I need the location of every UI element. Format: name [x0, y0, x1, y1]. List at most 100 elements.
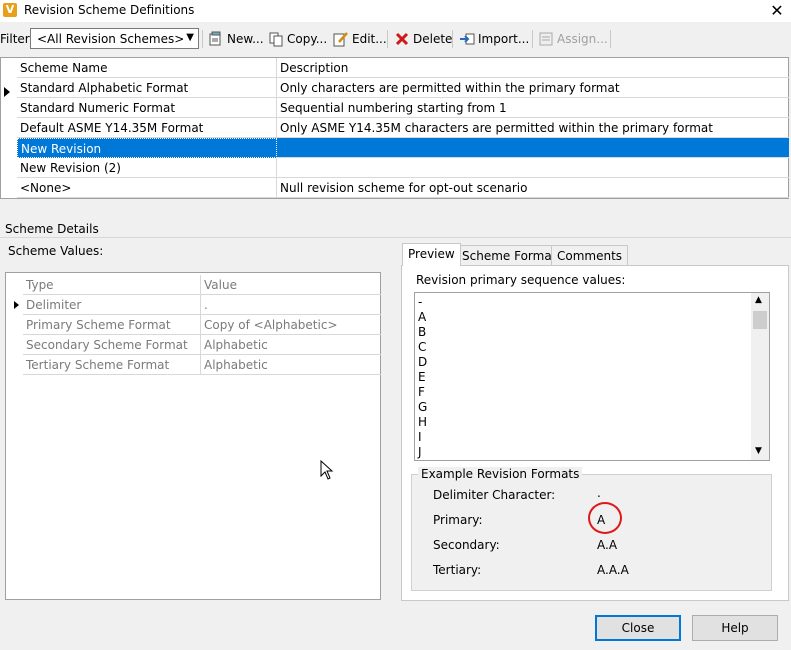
tab-comments[interactable]: Comments	[551, 245, 629, 266]
scheme-values-label: Scheme Values:	[8, 244, 104, 258]
scheme-description-cell: Only characters are permitted within the…	[280, 81, 620, 95]
filter-value: <All Revision Schemes>	[37, 32, 185, 46]
scheme-table[interactable]: Scheme Name Description Standard Alphabe…	[0, 57, 789, 199]
column-header-value[interactable]: Value	[201, 275, 381, 295]
secondary-value: A.A	[597, 538, 618, 552]
row-selector-arrow-icon	[4, 87, 10, 97]
scheme-description-cell: Sequential numbering starting from 1	[280, 101, 507, 115]
scheme-name-cell: Standard Numeric Format	[17, 98, 277, 118]
divider	[0, 237, 791, 238]
scheme-name-cell: New Revision (2)	[17, 158, 277, 178]
scheme-details-label: Scheme Details	[5, 222, 99, 236]
toolbar-separator	[532, 30, 533, 48]
close-window-icon[interactable]: ✕	[764, 0, 790, 22]
list-item: D	[418, 355, 428, 369]
table-row[interactable]: Secondary Scheme Format Alphabetic	[23, 335, 381, 355]
scroll-down-icon[interactable]: ▼	[755, 446, 762, 456]
value-cell: Copy of <Alphabetic>	[204, 318, 338, 332]
assign-icon	[539, 32, 553, 46]
list-item: A	[418, 310, 427, 324]
table-row[interactable]: New Revision (2)	[17, 158, 789, 178]
toolbar-separator	[452, 30, 453, 48]
list-item: B	[418, 325, 427, 339]
column-header-type[interactable]: Type	[23, 275, 201, 295]
scheme-name-cell: Default ASME Y14.35M Format	[17, 118, 277, 138]
delete-icon	[395, 32, 409, 46]
row-selector-arrow-icon	[14, 301, 19, 309]
import-icon	[460, 33, 475, 45]
new-document-icon	[209, 31, 221, 46]
scheme-values-table[interactable]: Type Value Delimiter . Primary Scheme Fo…	[5, 272, 381, 600]
table-row[interactable]: Standard Alphabetic Format Only characte…	[17, 78, 789, 98]
vault-logo-icon: V	[3, 3, 17, 17]
mouse-cursor-icon	[320, 460, 334, 480]
assign-button[interactable]: Assign...	[535, 28, 611, 50]
list-item: F	[418, 385, 425, 399]
filter-dropdown[interactable]: <All Revision Schemes> ▼	[30, 28, 199, 49]
table-row-selected[interactable]: New Revision	[17, 138, 789, 158]
type-cell: Delimiter	[23, 295, 201, 315]
scheme-description-cell: Only ASME Y14.35M characters are permitt…	[280, 121, 713, 135]
scroll-up-icon[interactable]: ▲	[755, 295, 762, 305]
toolbar-separator	[387, 30, 388, 48]
list-item: H	[418, 415, 428, 429]
import-button[interactable]: Import...	[456, 28, 532, 50]
tab-preview[interactable]: Preview	[402, 243, 461, 266]
value-cell: Alphabetic	[204, 358, 268, 372]
table-row[interactable]: Primary Scheme Format Copy of <Alphabeti…	[23, 315, 381, 335]
type-cell: Primary Scheme Format	[23, 315, 201, 335]
delimiter-label: Delimiter Character:	[433, 488, 556, 502]
assign-label: Assign...	[557, 32, 608, 46]
edit-icon	[333, 32, 348, 47]
scrollbar-thumb[interactable]	[753, 311, 767, 329]
tertiary-value: A.A.A	[597, 563, 629, 577]
help-button[interactable]: Help	[692, 615, 778, 641]
filter-label: Filter:	[0, 32, 34, 46]
column-header-description[interactable]: Description	[277, 58, 789, 78]
tab-scheme-format[interactable]: Scheme Format	[456, 245, 563, 266]
secondary-label: Secondary:	[433, 538, 500, 552]
example-formats-title: Example Revision Formats	[418, 467, 583, 481]
edit-label: Edit...	[352, 32, 387, 46]
import-label: Import...	[478, 32, 530, 46]
list-item: -	[418, 295, 423, 309]
table-row[interactable]: Delimiter .	[23, 295, 381, 315]
new-label: New...	[227, 32, 264, 46]
table-header-row: Type Value	[23, 275, 381, 295]
list-item: J	[418, 445, 422, 459]
delimiter-value: .	[597, 486, 601, 500]
list-item: E	[418, 370, 426, 384]
copy-icon	[269, 32, 283, 47]
scheme-description-cell	[277, 138, 789, 158]
delete-button[interactable]: Delete	[391, 28, 455, 50]
window-title: Revision Scheme Definitions	[24, 3, 195, 17]
table-row[interactable]: <None> Null revision scheme for opt-out …	[17, 178, 789, 198]
list-item: C	[418, 340, 427, 354]
table-row[interactable]: Default ASME Y14.35M Format Only ASME Y1…	[17, 118, 789, 138]
scheme-name-cell: New Revision	[17, 138, 277, 158]
scheme-description-cell	[277, 158, 789, 178]
scheme-description-cell: Null revision scheme for opt-out scenari…	[280, 181, 528, 195]
edit-button[interactable]: Edit...	[330, 28, 390, 50]
table-row[interactable]: Tertiary Scheme Format Alphabetic	[23, 355, 381, 375]
toolbar-separator	[610, 30, 611, 48]
highlight-circle	[588, 502, 622, 534]
list-item: G	[418, 400, 428, 414]
scheme-name-cell: Standard Alphabetic Format	[17, 78, 277, 98]
close-button[interactable]: Close	[595, 615, 681, 641]
type-cell: Secondary Scheme Format	[23, 335, 201, 355]
primary-label: Primary:	[433, 513, 483, 527]
sequence-values-label: Revision primary sequence values:	[416, 273, 626, 287]
delete-label: Delete	[413, 32, 453, 46]
column-header-scheme-name[interactable]: Scheme Name	[17, 58, 277, 78]
copy-label: Copy...	[287, 32, 328, 46]
toolbar-separator	[202, 30, 203, 48]
new-button[interactable]: New...	[205, 28, 267, 50]
value-cell: Alphabetic	[204, 338, 268, 352]
copy-button[interactable]: Copy...	[265, 28, 330, 50]
table-header-row: Scheme Name Description	[17, 58, 789, 78]
list-item: I	[418, 430, 422, 444]
table-row[interactable]: Standard Numeric Format Sequential numbe…	[17, 98, 789, 118]
chevron-down-icon: ▼	[186, 32, 194, 43]
sequence-values-list[interactable]: - A B C D E F G H I J	[414, 292, 770, 461]
